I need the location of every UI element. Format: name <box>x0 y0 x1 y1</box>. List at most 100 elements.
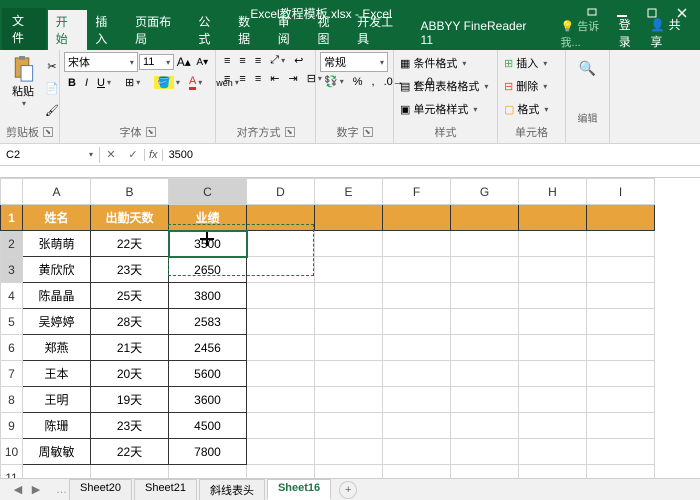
number-launcher[interactable]: ⬊ <box>363 127 373 137</box>
cell[interactable] <box>315 387 383 413</box>
cell[interactable]: 2650 <box>169 257 247 283</box>
cell[interactable] <box>587 205 655 231</box>
cell[interactable]: 王明 <box>23 387 91 413</box>
cell[interactable] <box>315 361 383 387</box>
clipboard-launcher[interactable]: ⬊ <box>43 127 53 137</box>
cell[interactable] <box>587 231 655 257</box>
tab-dev[interactable]: 开发工具 <box>349 10 412 50</box>
add-sheet-button[interactable]: + <box>339 481 357 499</box>
cell[interactable] <box>451 205 519 231</box>
row-header[interactable]: 2 <box>1 231 23 257</box>
tab-file[interactable]: 文件 <box>2 8 46 50</box>
cell[interactable] <box>247 361 315 387</box>
col-header[interactable]: E <box>315 179 383 205</box>
font-name-combo[interactable]: 宋体▾ <box>64 52 138 72</box>
tab-layout[interactable]: 页面布局 <box>127 10 190 50</box>
row-header[interactable]: 3 <box>1 257 23 283</box>
signin-link[interactable]: 登录 <box>619 16 643 50</box>
row-header[interactable]: 4 <box>1 283 23 309</box>
cell[interactable] <box>519 231 587 257</box>
percent-icon[interactable]: % <box>349 74 367 90</box>
cell[interactable] <box>315 439 383 465</box>
cell[interactable]: 3600 <box>169 387 247 413</box>
cell[interactable] <box>383 439 451 465</box>
table-format-button[interactable]: ▤套用表格格式▾ <box>398 75 493 97</box>
cell[interactable] <box>315 205 383 231</box>
table-header-cell[interactable]: 出勤天数 <box>91 205 169 231</box>
row-header[interactable]: 5 <box>1 309 23 335</box>
cell[interactable] <box>587 439 655 465</box>
cell[interactable] <box>587 465 655 479</box>
cell[interactable] <box>587 361 655 387</box>
table-header-cell[interactable]: 业绩 <box>169 205 247 231</box>
tab-view[interactable]: 视图 <box>309 10 349 50</box>
cell[interactable] <box>247 387 315 413</box>
increase-font-icon[interactable]: A▴ <box>175 52 192 72</box>
cell[interactable] <box>315 231 383 257</box>
cell[interactable] <box>587 309 655 335</box>
cell[interactable] <box>519 387 587 413</box>
cell[interactable]: 吴婷婷 <box>23 309 91 335</box>
col-header[interactable]: G <box>451 179 519 205</box>
cell[interactable] <box>383 309 451 335</box>
cell-style-button[interactable]: ▣单元格样式▾ <box>398 98 493 120</box>
cell[interactable]: 王本 <box>23 361 91 387</box>
tab-home[interactable]: 开始 <box>48 10 88 50</box>
cell[interactable] <box>315 257 383 283</box>
row-header[interactable]: 6 <box>1 335 23 361</box>
col-header[interactable]: H <box>519 179 587 205</box>
row-header[interactable]: 10 <box>1 439 23 465</box>
cell[interactable] <box>519 309 587 335</box>
cell[interactable] <box>383 205 451 231</box>
cell[interactable]: 陈晶晶 <box>23 283 91 309</box>
cell[interactable] <box>587 413 655 439</box>
find-icon[interactable]: 🔍 <box>575 58 600 79</box>
row-header[interactable]: 11 <box>1 465 23 479</box>
cell[interactable]: 5600 <box>169 361 247 387</box>
font-launcher[interactable]: ⬊ <box>146 127 156 137</box>
cell[interactable] <box>315 413 383 439</box>
row-header[interactable]: 1 <box>1 205 23 231</box>
cell[interactable] <box>519 283 587 309</box>
cell[interactable] <box>247 283 315 309</box>
cell[interactable] <box>451 309 519 335</box>
cell[interactable] <box>519 335 587 361</box>
tab-formula[interactable]: 公式 <box>190 10 230 50</box>
sheet-tab[interactable]: Sheet20 <box>69 479 132 500</box>
font-size-combo[interactable]: 11▾ <box>139 54 174 70</box>
cell[interactable]: 3500 <box>169 231 247 257</box>
tab-data[interactable]: 数据 <box>230 10 270 50</box>
cell[interactable] <box>247 413 315 439</box>
cell[interactable] <box>315 335 383 361</box>
row-header[interactable]: 9 <box>1 413 23 439</box>
tab-insert[interactable]: 插入 <box>87 10 127 50</box>
align-bottom-icon[interactable]: ≡ <box>251 53 265 69</box>
cell[interactable]: 22天 <box>91 231 169 257</box>
tab-scroll-left[interactable]: … <box>56 484 67 496</box>
font-color-button[interactable]: A▾ <box>185 73 206 92</box>
format-painter-button[interactable]: 🖌 <box>43 100 61 120</box>
bold-button[interactable]: B <box>64 75 80 91</box>
cell[interactable] <box>247 205 315 231</box>
conditional-format-button[interactable]: ▦条件格式▾ <box>398 52 493 74</box>
cell[interactable]: 21天 <box>91 335 169 361</box>
cell[interactable] <box>383 335 451 361</box>
cell[interactable] <box>587 257 655 283</box>
cell[interactable]: 4500 <box>169 413 247 439</box>
align-right-icon[interactable]: ≡ <box>251 71 265 87</box>
cell[interactable]: 张萌萌 <box>23 231 91 257</box>
col-header[interactable]: B <box>91 179 169 205</box>
sheet-tab[interactable]: Sheet21 <box>134 479 197 500</box>
cell[interactable]: 19天 <box>91 387 169 413</box>
cell[interactable] <box>315 283 383 309</box>
cell[interactable] <box>451 231 519 257</box>
cell[interactable] <box>315 465 383 479</box>
cell[interactable] <box>587 335 655 361</box>
tab-review[interactable]: 审阅 <box>270 10 310 50</box>
cell[interactable] <box>383 387 451 413</box>
cell[interactable]: 2456 <box>169 335 247 361</box>
indent-decrease-icon[interactable]: ⇤ <box>266 70 283 87</box>
cell[interactable] <box>451 387 519 413</box>
sheet-tab[interactable]: 斜线表头 <box>199 479 265 500</box>
align-center-icon[interactable]: ≡ <box>235 71 249 87</box>
